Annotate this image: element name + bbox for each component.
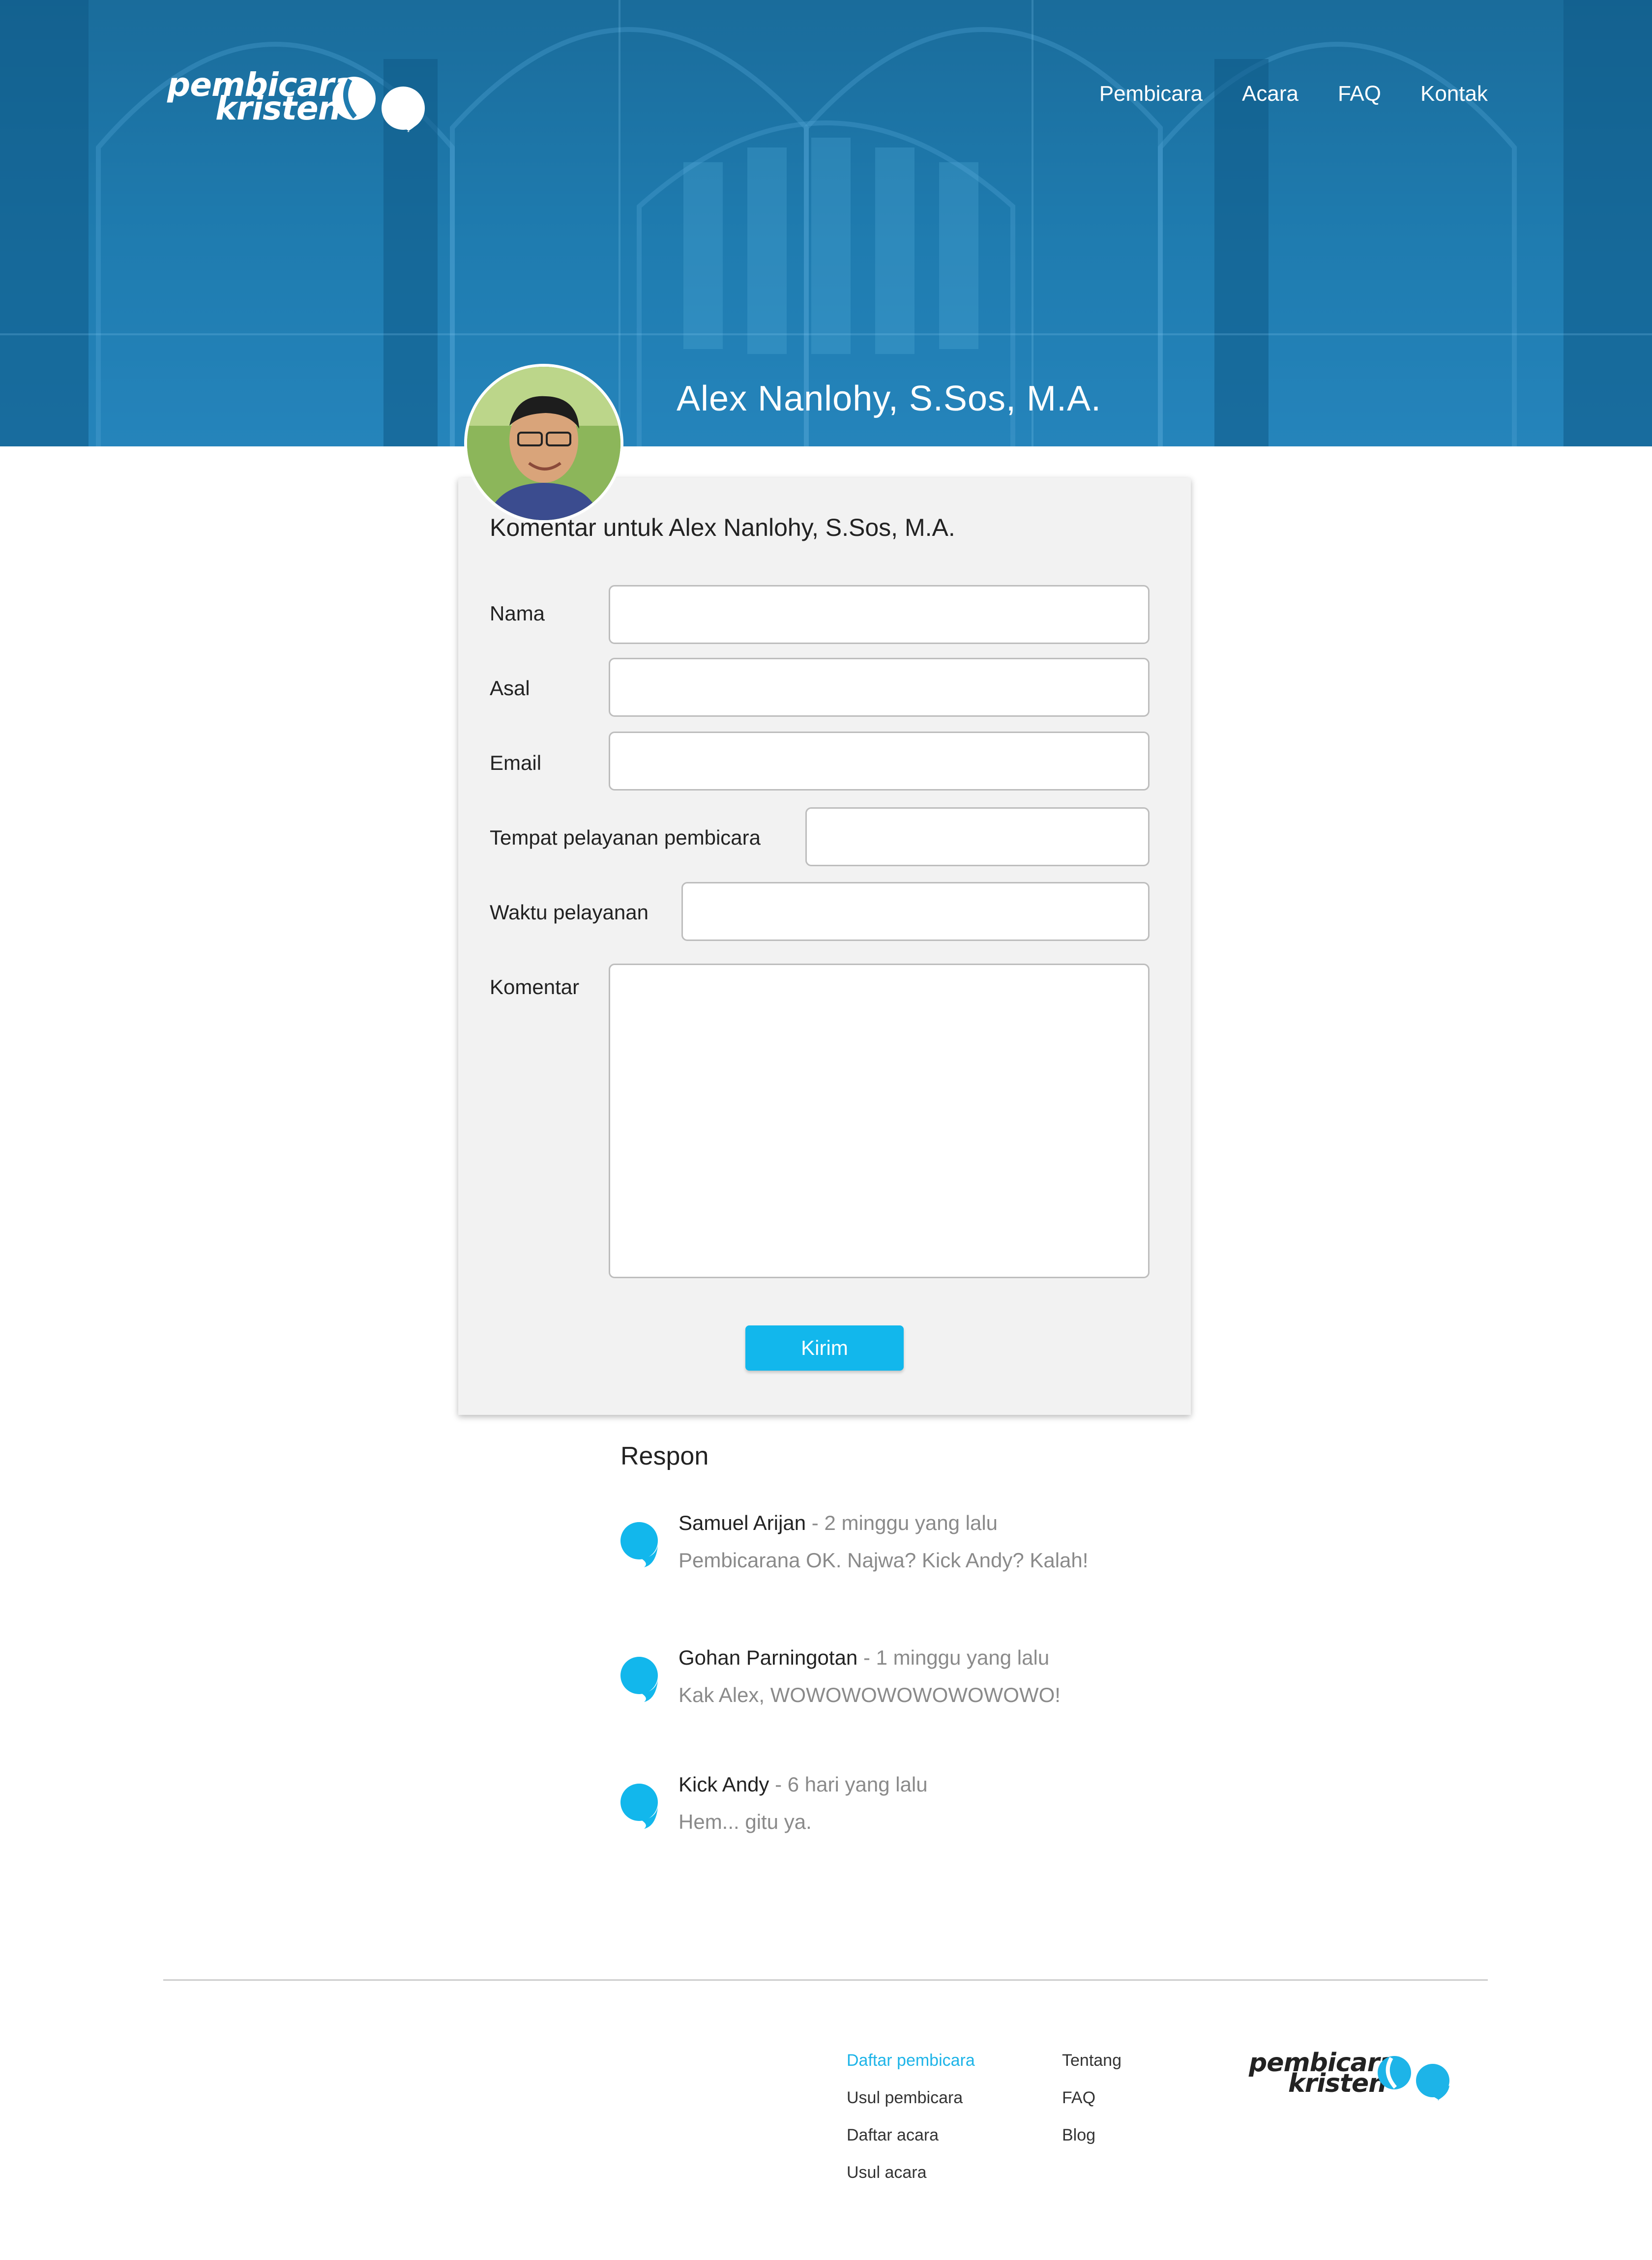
comment-form-card: Komentar untuk Alex Nanlohy, S.Sos, M.A.… <box>458 478 1191 1415</box>
response-time: - 2 minggu yang lalu <box>806 1511 998 1534</box>
waktu-input[interactable] <box>681 882 1150 941</box>
footer-usul-acara[interactable]: Usul acara <box>847 2163 927 2182</box>
responses-title: Respon <box>620 1442 709 1470</box>
email-input[interactable] <box>609 732 1150 791</box>
response-time: - 6 hari yang lalu <box>769 1773 928 1796</box>
footer-logo-line2: kristen <box>1288 2069 1386 2098</box>
nav-acara[interactable]: Acara <box>1242 82 1298 106</box>
response-author[interactable]: Samuel Arijan <box>678 1511 806 1534</box>
footer-divider <box>163 1979 1488 1981</box>
nav-kontak[interactable]: Kontak <box>1420 82 1488 106</box>
nama-input[interactable] <box>609 585 1150 644</box>
response-author[interactable]: Kick Andy <box>678 1773 769 1796</box>
footer-daftar-pembicara[interactable]: Daftar pembicara <box>847 2051 975 2070</box>
footer-logo[interactable]: pembicara kristen <box>1249 2050 1465 2104</box>
label-tempat: Tempat pelayanan pembicara <box>490 826 761 849</box>
label-asal: Asal <box>490 676 530 700</box>
tempat-input[interactable] <box>805 807 1150 866</box>
response-author[interactable]: Gohan Parningotan <box>678 1646 857 1669</box>
response-message: Kak Alex, WOWOWOWOWOWOWOWO! <box>678 1683 1061 1706</box>
label-email: Email <box>490 751 542 774</box>
label-waktu: Waktu pelayanan <box>490 901 649 924</box>
speech-bubbles-icon <box>1378 2056 1449 2101</box>
logo-text-line2: kristen <box>215 89 341 127</box>
komentar-textarea[interactable] <box>609 964 1150 1278</box>
response-message: Hem... gitu ya. <box>678 1810 812 1833</box>
nav-faq[interactable]: FAQ <box>1338 82 1381 106</box>
response-message: Pembicarana OK. Najwa? Kick Andy? Kalah! <box>678 1549 1089 1572</box>
comment-bubble-icon <box>620 1657 658 1702</box>
comment-bubble-icon <box>620 1784 658 1829</box>
nav-pembicara[interactable]: Pembicara <box>1099 82 1203 106</box>
speaker-name: Alex Nanlohy, S.Sos, M.A. <box>677 379 1102 418</box>
speech-bubbles-icon <box>332 77 425 132</box>
speaker-avatar <box>464 364 623 523</box>
hero-banner: pembicara kristen Pembicara Acara FAQ Ko… <box>0 0 1652 446</box>
site-logo[interactable]: pembicara kristen <box>167 65 425 134</box>
kirim-button[interactable]: Kirim <box>745 1325 904 1371</box>
response-author-line: Samuel Arijan - 2 minggu yang lalu <box>678 1511 998 1535</box>
response-time: - 1 minggu yang lalu <box>857 1646 1050 1669</box>
asal-input[interactable] <box>609 658 1150 717</box>
avatar-photo <box>467 367 620 520</box>
response-author-line: Gohan Parningotan - 1 minggu yang lalu <box>678 1646 1049 1670</box>
footer-blog[interactable]: Blog <box>1062 2126 1095 2145</box>
footer-daftar-acara[interactable]: Daftar acara <box>847 2126 939 2145</box>
response-author-line: Kick Andy - 6 hari yang lalu <box>678 1773 928 1796</box>
footer-faq[interactable]: FAQ <box>1062 2088 1095 2108</box>
label-komentar: Komentar <box>490 975 580 998</box>
comment-bubble-icon <box>620 1522 658 1567</box>
footer-tentang[interactable]: Tentang <box>1062 2051 1121 2070</box>
main-nav: Pembicara Acara FAQ Kontak <box>1060 82 1488 106</box>
label-nama: Nama <box>490 602 545 625</box>
footer-usul-pembicara[interactable]: Usul pembicara <box>847 2088 963 2108</box>
